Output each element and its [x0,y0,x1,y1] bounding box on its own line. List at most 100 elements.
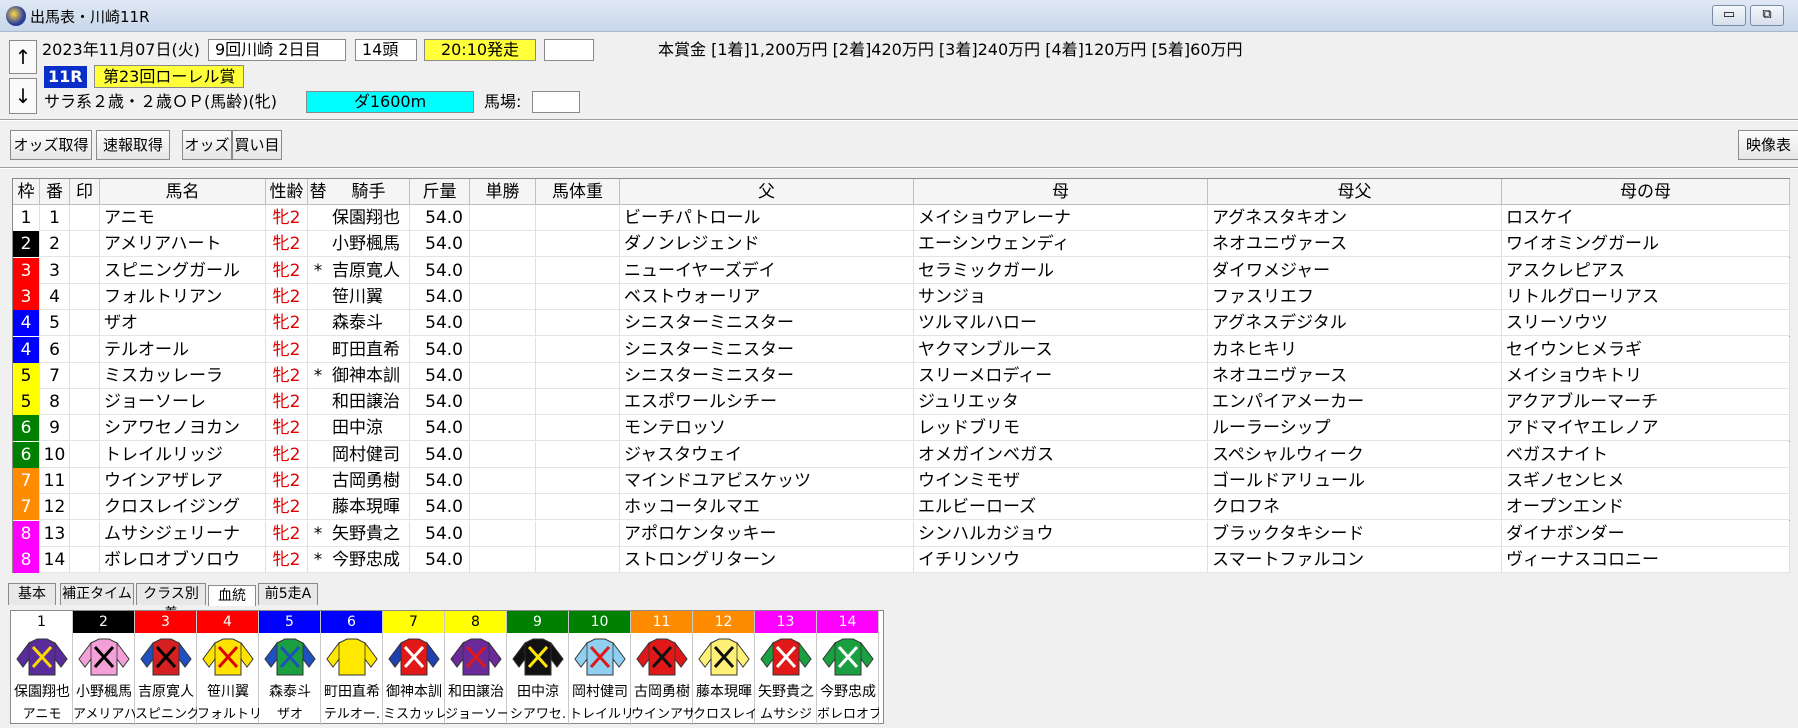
cell-mark[interactable] [70,415,100,442]
table-row[interactable]: 5 8 ジョーソーレ 牝2 和田譲治 54.0 エスポワールシチー ジュリエッタ エンパイアメー… [13,389,1790,416]
tab-class-result[interactable]: クラス別着 [136,583,206,622]
silks-panel: 1 保園翔也 アニモ 2 小野楓馬 アメリアハ 3 吉原寛人 スピニング 4 笹川翼 フォルトリ 5 森泰… [10,610,884,725]
tab-last5[interactable]: 前5走A [258,583,318,605]
col-sire[interactable]: 父 [620,179,914,205]
table-row[interactable]: 8 13 ムサシジェリーナ 牝2 * 矢野貴之 54.0 アポロケンタッキー シンハルカジョウブ… [13,520,1790,547]
silk-jockey-name: 田中涼 [517,684,559,700]
tab-pedigree[interactable]: 血統 [208,585,256,606]
silk-jockey-name: 町田直希 [324,684,380,700]
prev-race-button[interactable]: ↑ [9,40,37,74]
baba-field[interactable] [532,91,580,113]
cell-dam: イチリンソウ [914,546,1208,573]
jockey-silk-icon [16,638,68,676]
silk-horse-name: アメリアハ [73,707,135,722]
odds-button[interactable]: オッズ [182,130,232,160]
cell-jockey: 古岡勇樹 [328,468,410,494]
kaime-button[interactable]: 買い目 [232,130,282,160]
col-ban[interactable]: 番 [40,179,70,205]
table-row[interactable]: 6 9 シアワセノヨカン 牝2 田中涼 54.0 モンテロッソ レッドブリモ ルーラーシップ アド… [13,415,1790,442]
cell-ban: 7 [40,362,70,389]
cell-jockey: 矢野貴之 [328,520,410,547]
silk-horse-name: テルオー. [323,707,381,722]
cell-horse: クロスレイジング [100,494,266,521]
cell-horse: ボレロオブソロウ [100,546,266,573]
cell-waku: 8 [13,520,40,547]
cell-sire: ホッコータルマエ [620,494,914,521]
jockey-silk-icon [512,638,564,676]
cell-horse: ザオ [100,310,266,337]
cell-mark[interactable] [70,441,100,468]
table-row[interactable]: 7 12 クロスレイジング 牝2 藤本現暉 54.0 ホッコータルマエ エルビーローズ クロフネ… [13,494,1790,521]
cell-damdam: オープンエンド [1502,494,1790,521]
next-race-button[interactable]: ↓ [9,78,37,114]
cell-jockey: 笹川翼 [328,283,410,310]
cell-damsire: ダイワメジャー [1208,257,1502,284]
cell-mark[interactable] [70,546,100,573]
minimize-button[interactable]: ▭ [1712,5,1746,26]
table-row[interactable]: 3 3 スピニングガール 牝2 * 吉原寛人 54.0 ニューイヤーズデイ セラミックガール ダイ… [13,257,1790,284]
tab-hosei-time[interactable]: 補正タイム [60,583,134,605]
tab-basic[interactable]: 基本 [8,583,56,605]
eizou-button[interactable]: 映像表 [1738,130,1798,160]
cell-damsire: ルーラーシップ [1208,415,1502,442]
cell-ban: 1 [40,205,70,231]
cell-waku: 6 [13,441,40,468]
cell-bodyweight [536,205,620,231]
cell-dam: ヤクマンブルース [914,336,1208,363]
col-damsire[interactable]: 母父 [1208,179,1502,205]
col-waku[interactable]: 枠 [13,179,40,205]
cell-bodyweight [536,389,620,416]
cell-mark[interactable] [70,389,100,416]
table-row[interactable]: 1 1 アニモ 牝2 保園翔也 54.0 ビーチパトロール メイショウアレーナ アグネスタキオン… [13,205,1790,231]
restore-button[interactable]: ⧉ [1750,5,1784,26]
silk-horse-name: ボレロオブ [817,707,879,722]
table-row[interactable]: 4 5 ザオ 牝2 森泰斗 54.0 シニスターミニスター ツルマルハロー アグネスデジタル スリ… [13,310,1790,337]
cell-mark[interactable] [70,205,100,231]
cell-ban: 3 [40,257,70,284]
cell-mark[interactable] [70,362,100,389]
cell-bodyweight [536,494,620,521]
cell-bodyweight [536,336,620,363]
col-damdam[interactable]: 母の母 [1502,179,1790,205]
cell-waku: 8 [13,546,40,573]
table-row[interactable]: 7 11 ウインアザレア 牝2 古岡勇樹 54.0 マインドユアビスケッツ ウインミモザ ゴール… [13,468,1790,494]
cell-mark[interactable] [70,494,100,521]
cell-mark[interactable] [70,520,100,547]
cell-mark[interactable] [70,310,100,337]
cell-damdam: ダイナボンダー [1502,520,1790,547]
sokuhou-fetch-button[interactable]: 速報取得 [96,130,170,160]
cell-jockey: 今野忠成 [328,546,410,573]
silk-column: 4 笹川翼 フォルトリ [197,611,259,725]
table-row[interactable]: 3 4 フォルトリアン 牝2 笹川翼 54.0 ベストウォーリア サンジョ ファスリエフ リトルグ… [13,283,1790,310]
table-row[interactable]: 5 7 ミスカッレーラ 牝2 * 御神本訓 54.0 シニスターミニスター スリーメロディー ネオ… [13,362,1790,389]
cell-mark[interactable] [70,257,100,284]
col-odds[interactable]: 単勝 [470,179,536,205]
col-weight[interactable]: 斤量 [410,179,470,205]
table-header: 枠 番 印 馬名 性齢 替 騎手 斤量 単勝 馬体重 父 母 母父 母の母 [13,179,1790,205]
jockey-silk-icon [636,638,688,676]
col-jockey[interactable]: 騎手 [328,179,410,205]
cell-odds [470,310,536,337]
col-bodyweight[interactable]: 馬体重 [536,179,620,205]
odds-fetch-button[interactable]: オッズ取得 [10,130,92,160]
cell-odds [470,205,536,231]
col-mark[interactable]: 印 [70,179,100,205]
table-row[interactable]: 8 14 ボレロオブソロウ 牝2 * 今野忠成 54.0 ストロングリターン イチリンソウ スマー… [13,546,1790,573]
cell-mark[interactable] [70,468,100,494]
cell-mark[interactable] [70,231,100,258]
cell-waku: 4 [13,310,40,337]
cell-mark[interactable] [70,336,100,363]
silk-number: 3 [135,611,196,633]
cell-ban: 6 [40,336,70,363]
col-horse[interactable]: 馬名 [100,179,266,205]
cell-jockey: 小野楓馬 [328,231,410,258]
cell-damdam: スギノセンヒメ [1502,468,1790,494]
col-dam[interactable]: 母 [914,179,1208,205]
cell-dam: シンハルカジョウ [914,520,1208,547]
cell-mark[interactable] [70,283,100,310]
col-change[interactable]: 替 [308,179,328,205]
table-row[interactable]: 2 2 アメリアハート 牝2 小野楓馬 54.0 ダノンレジェンド エーシンウェンディ ネオユニ… [13,231,1790,258]
table-row[interactable]: 4 6 テルオール 牝2 町田直希 54.0 シニスターミニスター ヤクマンブルース カネヒキリ… [13,336,1790,363]
table-row[interactable]: 6 10 トレイルリッジ 牝2 岡村健司 54.0 ジャスタウェイ オメガインベガス スペシャル… [13,441,1790,468]
col-sexage[interactable]: 性齢 [266,179,308,205]
